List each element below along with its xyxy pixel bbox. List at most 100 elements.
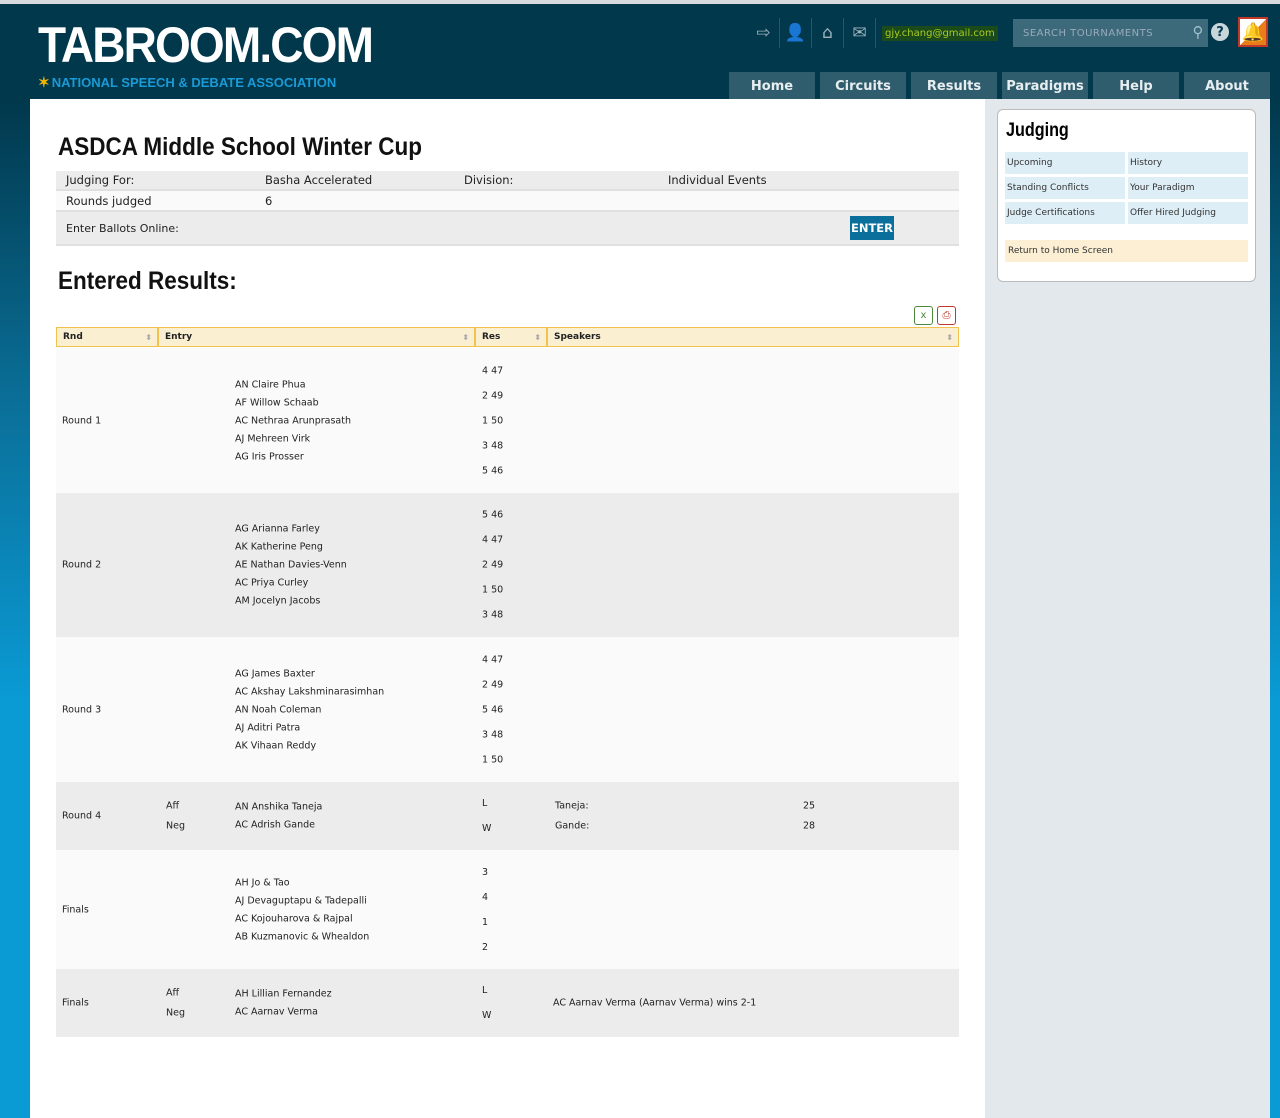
- col-speakers[interactable]: Speakers: [548, 328, 958, 346]
- home-icon[interactable]: ⌂: [812, 18, 844, 48]
- round-name: Round 3: [62, 704, 102, 715]
- side-label: Neg: [166, 820, 185, 832]
- header: TABROOM.COM ✶ NATIONAL SPEECH & DEBATE AS…: [0, 4, 1280, 100]
- main-nav: Home Circuits Results Paradigms Help Abo…: [729, 72, 1270, 100]
- round-name: Finals: [62, 904, 89, 915]
- round-name: Round 4: [62, 810, 102, 822]
- logout-icon[interactable]: ⇨: [748, 18, 780, 48]
- result-value: 2: [482, 941, 489, 953]
- sidebar-title: Judging: [1006, 120, 1069, 141]
- result-value: 4 47: [482, 534, 504, 546]
- enter-ballots-button[interactable]: ENTER: [850, 216, 894, 240]
- search-input[interactable]: SEARCH TOURNAMENTS ⚲: [1013, 19, 1208, 47]
- notification-bell-icon[interactable]: 🔔: [1238, 17, 1268, 47]
- entry-name: AC Kojouharova & Rajpal: [235, 913, 353, 924]
- entry-name: AJ Mehreen Virk: [235, 433, 311, 444]
- round-name: Round 1: [62, 415, 102, 426]
- round-name: Round 2: [62, 559, 102, 571]
- search-icon[interactable]: ⚲: [1193, 23, 1205, 41]
- result-value: 2 49: [482, 679, 504, 690]
- results-heading: Entered Results:: [58, 267, 237, 295]
- nav-help[interactable]: Help: [1093, 72, 1179, 100]
- table-row: Round 4 Aff Neg AN Anshika Taneja AC Adrish …: [56, 782, 959, 850]
- main-content: ASDCA Middle School Winter Cup Judging F…: [30, 99, 985, 1118]
- entry-name: AB Kuzmanovic & Whealdon: [235, 931, 370, 942]
- user-email-link[interactable]: gjy.chang@gmail.com: [882, 25, 998, 41]
- sidebar-link-standing-conflicts[interactable]: Standing Conflicts: [1005, 177, 1125, 199]
- rounds-label: Rounds judged: [66, 193, 152, 208]
- result-value: W: [482, 823, 492, 834]
- col-res[interactable]: Res: [476, 328, 548, 346]
- result-value: 3 48: [482, 729, 504, 740]
- result-value: 4 47: [482, 654, 504, 665]
- speaker-name: Taneja:: [555, 800, 589, 812]
- entry-name: AC Nethraa Arunprasath: [235, 415, 351, 426]
- col-rnd[interactable]: Rnd: [57, 328, 159, 346]
- result-value: 5 46: [482, 704, 504, 715]
- nav-paradigms[interactable]: Paradigms: [1002, 72, 1088, 100]
- result-value: 1 50: [482, 754, 504, 765]
- result-value: 1 50: [482, 415, 504, 426]
- entry-name: AG Iris Prosser: [235, 451, 304, 462]
- entry-name: AC Priya Curley: [235, 577, 309, 589]
- print-icon[interactable]: ⎙: [937, 306, 956, 325]
- search-placeholder: SEARCH TOURNAMENTS: [1023, 27, 1154, 39]
- entry-name: AK Vihaan Reddy: [235, 740, 317, 751]
- table-row: Round 3 AG James Baxter AC Akshay Lakshmin…: [56, 637, 959, 782]
- result-value: 3: [482, 866, 489, 878]
- table-row: Finals AH Jo & Tao AJ Devaguptapu & Tadepa…: [56, 850, 959, 969]
- entry-name: AN Anshika Taneja: [235, 801, 323, 813]
- judge-info-table: Judging For: Basha Accelerated Division: In…: [56, 171, 959, 246]
- tagline-text: NATIONAL SPEECH & DEBATE ASSOCIATION: [51, 75, 337, 90]
- result-value: 2 49: [482, 390, 504, 401]
- tabroom-logo[interactable]: TABROOM.COM: [38, 16, 374, 74]
- mail-icon[interactable]: ✉: [844, 18, 876, 48]
- round-name: Finals: [62, 997, 89, 1009]
- sidebar-link-offer-hired-judging[interactable]: Offer Hired Judging: [1128, 202, 1248, 224]
- result-value: L: [482, 798, 488, 809]
- nsda-tagline: ✶ NATIONAL SPEECH & DEBATE ASSOCIATION: [38, 74, 336, 91]
- nav-about[interactable]: About: [1184, 72, 1270, 100]
- entry-name: AC Aarnav Verma: [235, 1006, 318, 1018]
- decision-note: AC Aarnav Verma (Aarnav Verma) wins 2-1: [553, 997, 757, 1009]
- user-icon[interactable]: 👤: [780, 18, 812, 48]
- excel-export-icon[interactable]: x: [914, 306, 933, 325]
- judging-menu: Judging Upcoming History Standing Confli…: [997, 109, 1256, 282]
- result-value: 3 48: [482, 609, 504, 621]
- table-row: Round 2 AG Arianna Farley AK Katherine Pen…: [56, 493, 959, 637]
- entry-name: AG James Baxter: [235, 668, 315, 679]
- entry-name: AK Katherine Peng: [235, 541, 323, 553]
- rounds-value: 6: [265, 193, 273, 208]
- sidebar-link-upcoming[interactable]: Upcoming: [1005, 152, 1125, 174]
- sidebar-link-your-paradigm[interactable]: Your Paradigm: [1128, 177, 1248, 199]
- help-icon[interactable]: ?: [1211, 23, 1229, 41]
- side-label: Aff: [166, 987, 180, 999]
- entry-name: AM Jocelyn Jacobs: [235, 595, 321, 607]
- entry-name: AE Nathan Davies-Venn: [235, 559, 347, 571]
- col-entry[interactable]: Entry: [159, 328, 476, 346]
- result-value: 4: [482, 891, 489, 903]
- result-value: 4 47: [482, 365, 504, 376]
- result-value: L: [482, 985, 488, 996]
- page-title: ASDCA Middle School Winter Cup: [58, 133, 422, 161]
- judging-for-label: Judging For:: [66, 173, 135, 187]
- result-value: 3 48: [482, 440, 504, 451]
- nav-home[interactable]: Home: [729, 72, 815, 100]
- speaker-score: 25: [803, 800, 816, 812]
- sidebar-link-judge-certifications[interactable]: Judge Certifications: [1005, 202, 1125, 224]
- result-value: W: [482, 1010, 492, 1021]
- entry-name: AF Willow Schaab: [235, 397, 319, 408]
- speaker-points: Gande: 28: [555, 821, 815, 832]
- entry-name: AH Lillian Fernandez: [235, 988, 332, 1000]
- sidebar-link-history[interactable]: History: [1128, 152, 1248, 174]
- entry-name: AC Akshay Lakshminarasimhan: [235, 686, 385, 697]
- result-value: 1: [482, 916, 489, 928]
- speaker-points: Taneja: 25: [555, 801, 815, 812]
- entry-name: AN Noah Coleman: [235, 704, 322, 715]
- nav-results[interactable]: Results: [911, 72, 997, 100]
- result-value: 1 50: [482, 584, 504, 596]
- return-home-link[interactable]: Return to Home Screen: [1005, 240, 1248, 262]
- side-label: Aff: [166, 800, 180, 812]
- division-label: Division:: [464, 173, 514, 187]
- nav-circuits[interactable]: Circuits: [820, 72, 906, 100]
